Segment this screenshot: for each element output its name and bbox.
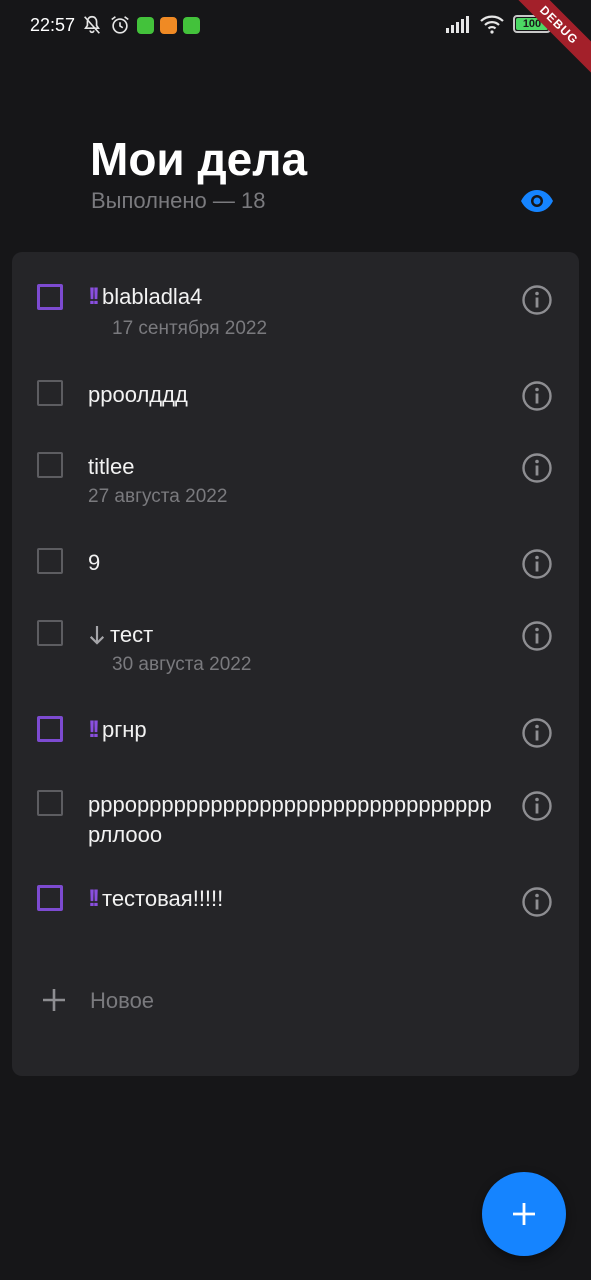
plus-icon [43, 989, 65, 1011]
task-checkbox[interactable] [37, 548, 63, 574]
task-checkbox[interactable] [37, 716, 63, 742]
status-left: 22:57 [30, 14, 201, 36]
signal-icon [446, 16, 469, 33]
task-item[interactable]: !! тестовая!!!!! [12, 882, 579, 922]
task-item[interactable]: titlee 27 августа 2022 [12, 448, 579, 518]
task-title: ргнр [101, 717, 147, 742]
task-item[interactable]: !! blabladla4 17 сентября 2022 [12, 280, 579, 360]
alarm-icon [111, 16, 129, 34]
high-priority-icon: !! [88, 716, 100, 743]
task-title-row: !! тестовая!!!!! [88, 884, 499, 914]
new-task-button[interactable]: Новое [12, 982, 579, 1022]
task-item[interactable]: ррoолддд [12, 376, 579, 416]
bell-off-icon [84, 15, 101, 34]
task-date: 30 августа 2022 [112, 654, 252, 675]
info-icon[interactable] [521, 717, 553, 749]
task-title-row: !! blabladla4 [88, 282, 499, 312]
plus-icon [513, 1203, 535, 1225]
high-priority-icon: !! [88, 283, 100, 310]
task-title: blabladla4 [101, 284, 203, 309]
task-checkbox[interactable] [37, 380, 63, 406]
app-notification-icon [160, 16, 178, 34]
task-title: тест [110, 622, 154, 647]
task-title: titlee [88, 454, 135, 479]
info-icon[interactable] [521, 620, 553, 652]
high-priority-icon: !! [88, 885, 100, 912]
task-title: 9 [88, 550, 101, 575]
info-icon[interactable] [521, 790, 553, 822]
task-checkbox[interactable] [37, 452, 63, 478]
status-bar: 22:57 100 DEBUG [0, 0, 591, 76]
task-checkbox[interactable] [37, 790, 63, 816]
wifi-icon [480, 15, 504, 34]
status-time: 22:57 [30, 14, 76, 35]
task-title: ррoолддд [88, 382, 188, 407]
task-item[interactable]: !! ргнр [12, 713, 579, 753]
header: Мои дела Выполнено — 18 [90, 132, 560, 222]
low-priority-icon [89, 626, 105, 645]
task-list-card: !! blabladla4 17 сентября 2022 ррoолддд t… [12, 252, 579, 1076]
task-item[interactable]: 9 [12, 544, 579, 584]
add-task-fab[interactable] [482, 1172, 566, 1256]
new-task-label: Новое [90, 988, 155, 1013]
info-icon[interactable] [521, 548, 553, 580]
task-checkbox[interactable] [37, 620, 63, 646]
task-title: ррроррррррррррррррррррррррррррррррллооо [88, 792, 492, 847]
task-date: 27 августа 2022 [88, 486, 228, 507]
eye-icon[interactable] [520, 188, 554, 214]
task-title-row: !! ргнр [88, 715, 499, 745]
info-icon[interactable] [521, 452, 553, 484]
task-item[interactable]: тест 30 августа 2022 [12, 616, 579, 686]
app-notification-icon [183, 16, 201, 34]
task-checkbox[interactable] [37, 284, 63, 310]
task-checkbox[interactable] [37, 885, 63, 911]
app-notification-icon [137, 16, 155, 34]
task-title: тестовая!!!!! [101, 886, 224, 911]
info-icon[interactable] [521, 284, 553, 316]
info-icon[interactable] [521, 886, 553, 918]
task-item[interactable]: ррроррррррррррррррррррррррррррррррллооо [12, 786, 579, 854]
info-icon[interactable] [521, 380, 553, 412]
task-date: 17 сентября 2022 [112, 318, 268, 339]
task-title-row: тест [88, 620, 499, 650]
completed-count: Выполнено — 18 [91, 188, 266, 213]
page-title: Мои дела [90, 133, 308, 185]
debug-banner: DEBUG [508, 0, 591, 76]
